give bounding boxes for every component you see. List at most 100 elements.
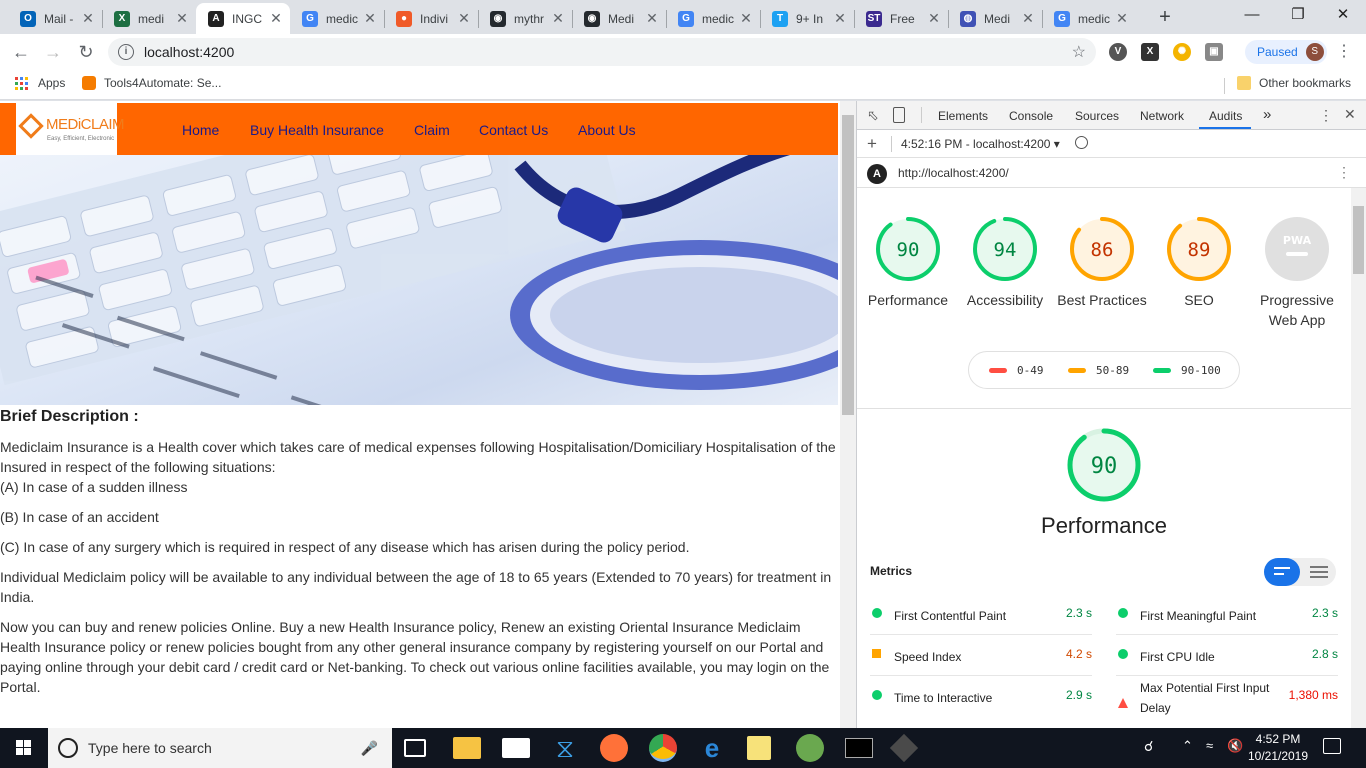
minimize-button[interactable]: — xyxy=(1229,0,1275,30)
new-tab-button[interactable]: + xyxy=(1154,6,1176,28)
browser-tab[interactable]: Xmedi ✕ xyxy=(102,3,196,34)
close-devtools-icon[interactable]: ✕ xyxy=(1344,106,1356,123)
devtools-scrollbar[interactable] xyxy=(1351,188,1366,728)
score-gauge-seo[interactable]: 89 SEO xyxy=(1153,216,1245,310)
task-view-icon[interactable] xyxy=(404,739,426,757)
pwa-gauge[interactable]: PWA Progressive Web App xyxy=(1251,216,1343,330)
score-label: SEO xyxy=(1184,292,1214,308)
vscode-icon[interactable]: ⧖ xyxy=(551,734,579,762)
globe-app-icon[interactable] xyxy=(796,734,824,762)
chrome-icon[interactable] xyxy=(649,734,677,762)
browser-tab[interactable]: ◍ Medi ✕ xyxy=(948,3,1042,34)
apps-bookmark[interactable]: Apps xyxy=(15,76,65,90)
close-tab-icon[interactable]: ✕ xyxy=(268,10,284,27)
x-extension-icon[interactable]: X xyxy=(1141,43,1159,61)
back-button[interactable]: ← xyxy=(9,40,33,64)
maximize-button[interactable]: ❐ xyxy=(1275,0,1321,30)
chrome-menu-icon[interactable]: ⋮ xyxy=(1336,41,1352,61)
site-info-icon[interactable]: i xyxy=(118,44,134,60)
nav-about-us[interactable]: About Us xyxy=(578,122,636,138)
metric-value: 1,380 ms xyxy=(1288,688,1338,702)
chromium-extension-icon[interactable]: ✺ xyxy=(1173,43,1191,61)
forward-button[interactable]: → xyxy=(41,40,65,64)
mail-icon[interactable] xyxy=(502,738,530,758)
tab-console[interactable]: Console xyxy=(1009,109,1053,123)
tab-elements[interactable]: Elements xyxy=(938,109,988,123)
close-tab-icon[interactable]: ✕ xyxy=(80,10,96,27)
devtools-scrollbar-thumb[interactable] xyxy=(1353,206,1364,274)
close-tab-icon[interactable]: ✕ xyxy=(1114,10,1130,27)
browser-tab[interactable]: T 9+ In ✕ xyxy=(760,3,854,34)
score-gauge-best-practices[interactable]: 86 Best Practices xyxy=(1056,216,1148,310)
reload-button[interactable]: ↻ xyxy=(74,40,98,64)
metrics-view-toggle[interactable] xyxy=(1264,558,1336,586)
close-tab-icon[interactable]: ✕ xyxy=(738,10,754,27)
tab-audits[interactable]: Audits xyxy=(1209,109,1242,123)
compact-view-button[interactable] xyxy=(1264,558,1300,586)
devtools-menu-icon[interactable]: ⋮ xyxy=(1319,107,1333,124)
score-gauge-accessibility[interactable]: 94 Accessibility xyxy=(959,216,1051,310)
tab-sources[interactable]: Sources xyxy=(1075,109,1119,123)
nav-claim[interactable]: Claim xyxy=(414,122,450,138)
page-scrollbar-thumb[interactable] xyxy=(842,115,854,415)
device-toolbar-icon[interactable] xyxy=(893,107,905,123)
page-scrollbar[interactable] xyxy=(840,101,856,728)
address-url[interactable]: localhost:4200 xyxy=(144,44,1072,60)
nav-buy-health-insurance[interactable]: Buy Health Insurance xyxy=(250,122,384,138)
browser-tab[interactable]: Gmedic ✕ xyxy=(1042,3,1136,34)
nav-home[interactable]: Home xyxy=(182,122,219,138)
close-tab-icon[interactable]: ✕ xyxy=(456,10,472,27)
site-logo[interactable]: MEDiCLAIM Easy, Efficient, Electronic xyxy=(16,103,125,155)
browser-tab[interactable]: ST Free ✕ xyxy=(854,3,948,34)
action-center-icon[interactable] xyxy=(1323,738,1341,754)
new-audit-icon[interactable]: + xyxy=(867,134,877,154)
start-button[interactable] xyxy=(0,728,48,768)
score-gauge-performance[interactable]: 90 Performance xyxy=(862,216,954,310)
audit-run-select[interactable]: 4:52:16 PM - localhost:4200 ▾ xyxy=(901,137,1060,151)
show-hidden-icons[interactable]: ⌃ xyxy=(1182,738,1193,754)
browser-tab[interactable]: Gmedic ✕ xyxy=(290,3,384,34)
browser-tab[interactable]: ● Indivi ✕ xyxy=(384,3,478,34)
browser-tab[interactable]: Gmedic ✕ xyxy=(666,3,760,34)
browser-tab[interactable]: O Mail - ✕ xyxy=(8,3,102,34)
people-icon[interactable]: ☌ xyxy=(1144,738,1153,755)
close-tab-icon[interactable]: ✕ xyxy=(1020,10,1036,27)
edge-icon[interactable]: e xyxy=(698,734,726,762)
tab-network[interactable]: Network xyxy=(1140,109,1184,123)
metric-value: 2.8 s xyxy=(1311,647,1338,661)
volume-muted-icon[interactable]: 🔇 xyxy=(1227,738,1243,754)
browser-tab[interactable]: A INGC ✕ xyxy=(196,3,290,34)
wifi-icon[interactable]: ≈ xyxy=(1206,738,1213,753)
firefox-icon[interactable] xyxy=(600,734,628,762)
command-prompt-icon[interactable] xyxy=(845,738,873,758)
more-tabs-button[interactable]: » xyxy=(1263,106,1271,123)
tools4automate-bookmark[interactable]: Tools4Automate: Se... xyxy=(82,76,221,90)
file-explorer-icon[interactable] xyxy=(453,737,481,759)
vimium-extension-icon[interactable]: V xyxy=(1109,43,1127,61)
close-tab-icon[interactable]: ✕ xyxy=(174,10,190,27)
close-tab-icon[interactable]: ✕ xyxy=(832,10,848,27)
expanded-view-icon[interactable] xyxy=(1310,566,1328,568)
tab-title: INGC xyxy=(232,11,262,26)
sticky-notes-icon[interactable] xyxy=(747,736,771,760)
profile-button[interactable]: Paused S xyxy=(1245,40,1327,64)
close-tab-icon[interactable]: ✕ xyxy=(362,10,378,27)
close-tab-icon[interactable]: ✕ xyxy=(926,10,942,27)
address-bar[interactable]: i localhost:4200 ☆ xyxy=(108,38,1096,66)
close-tab-icon[interactable]: ✕ xyxy=(550,10,566,27)
bookmark-star-icon[interactable]: ☆ xyxy=(1072,42,1086,62)
browser-tab[interactable]: ◉ Medi ✕ xyxy=(572,3,666,34)
browser-tab[interactable]: ◉ mythr ✕ xyxy=(478,3,572,34)
clear-audits-icon[interactable] xyxy=(1075,136,1088,149)
microphone-icon[interactable]: 🎤 xyxy=(361,740,378,757)
git-app-icon[interactable] xyxy=(889,733,919,763)
other-bookmarks[interactable]: Other bookmarks xyxy=(1237,76,1351,90)
inspect-element-icon[interactable]: ⬁ xyxy=(867,107,879,124)
close-window-button[interactable]: ✕ xyxy=(1320,0,1366,30)
report-menu-icon[interactable]: ⋮ xyxy=(1337,164,1351,181)
system-clock[interactable]: 4:52 PM 10/21/2019 xyxy=(1246,731,1310,765)
camera-extension-icon[interactable]: ▣ xyxy=(1205,43,1223,61)
close-tab-icon[interactable]: ✕ xyxy=(644,10,660,27)
taskbar-search[interactable]: Type here to search 🎤 xyxy=(48,728,392,768)
nav-contact-us[interactable]: Contact Us xyxy=(479,122,548,138)
